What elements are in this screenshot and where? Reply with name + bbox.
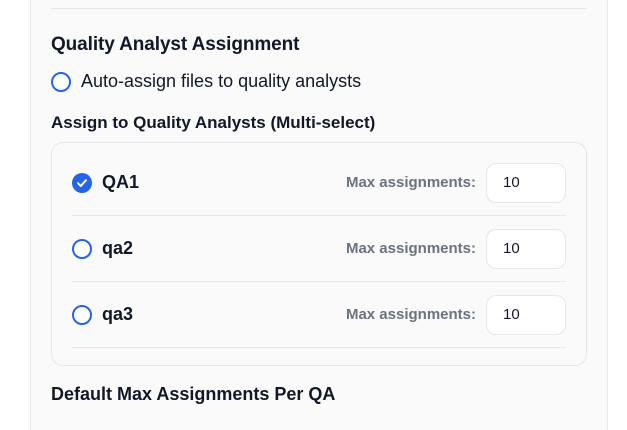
auto-assign-label: Auto-assign files to quality analysts [81, 71, 362, 91]
auto-assign-option[interactable]: Auto-assign files to quality analysts [51, 71, 361, 92]
auto-assign-radio[interactable] [51, 71, 71, 92]
section-title: Quality Analyst Assignment [51, 34, 300, 55]
analyst-row-qa1: QA1 Max assignments: [72, 150, 566, 216]
analyst-name: QA1 [102, 172, 140, 192]
analyst-name: qa3 [102, 304, 134, 324]
check-icon [77, 178, 87, 187]
max-assignments-input[interactable] [486, 294, 566, 335]
default-max-title: Default Max Assignments Per QA [51, 384, 336, 404]
max-assignments-label: Max assignments: [345, 306, 476, 323]
max-assignments-input[interactable] [486, 162, 566, 203]
analyst-row-qa2: qa2 Max assignments: [72, 216, 566, 282]
analyst-name: qa2 [102, 238, 134, 258]
divider [51, 8, 587, 9]
max-assignments-input[interactable] [486, 228, 566, 269]
qa1-checkbox[interactable] [72, 172, 92, 193]
max-assignments-label: Max assignments: [345, 174, 476, 191]
qa3-checkbox[interactable] [72, 304, 92, 325]
max-assignments-label: Max assignments: [345, 240, 476, 257]
analysts-subtitle: Assign to Quality Analysts (Multi-select… [51, 113, 376, 132]
analyst-list: QA1 Max assignments: qa2 Max assignments… [51, 142, 587, 366]
qa2-checkbox[interactable] [72, 238, 92, 259]
analyst-row-qa3: qa3 Max assignments: [72, 282, 566, 348]
